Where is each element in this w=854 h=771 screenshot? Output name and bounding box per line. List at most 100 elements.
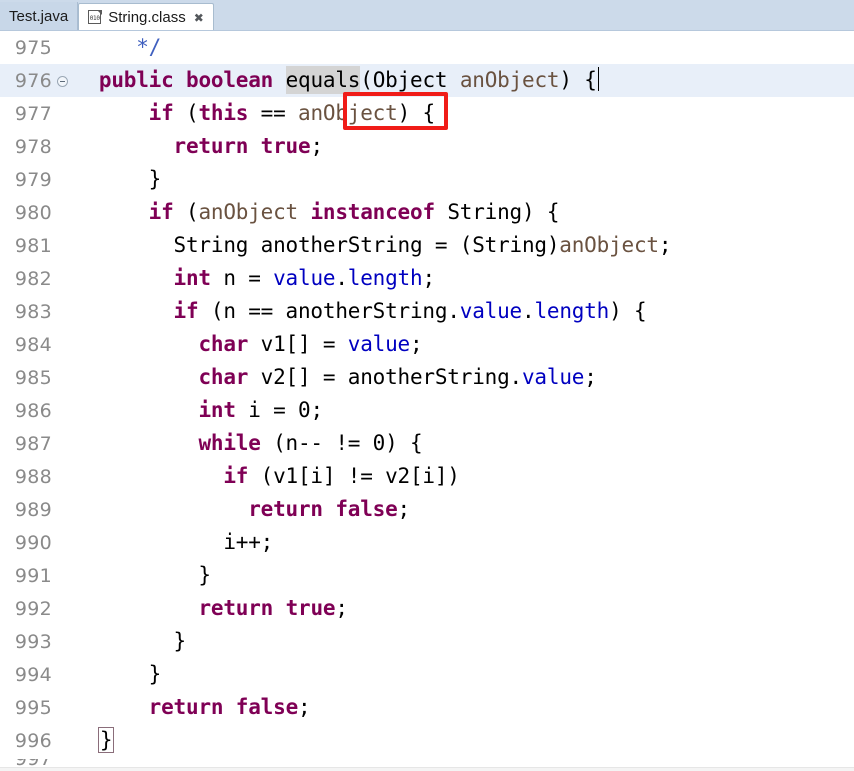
- code-token: ;: [335, 596, 348, 620]
- code-line[interactable]: 992 return true;: [0, 592, 854, 625]
- code-token: = (String): [422, 233, 560, 257]
- tab-test-java[interactable]: Test.java: [0, 2, 79, 30]
- code-line[interactable]: 988 if (v1[i] != v2[i]): [0, 460, 854, 493]
- code-line[interactable]: 993 }: [0, 625, 854, 658]
- code-line[interactable]: 983 if (n == anotherString.value.length)…: [0, 295, 854, 328]
- code-line[interactable]: 976 public boolean equals(Object anObjec…: [0, 64, 854, 97]
- line-number: 986: [14, 399, 52, 422]
- code-text: int i = 0;: [74, 394, 854, 427]
- code-line[interactable]: 977 if (this == anObject) {: [0, 97, 854, 130]
- code-line[interactable]: 986 int i = 0;: [0, 394, 854, 427]
- fold-column: [56, 427, 74, 460]
- code-line[interactable]: 978 return true;: [0, 130, 854, 163]
- line-number: 997: [14, 759, 52, 770]
- code-token: int: [173, 266, 212, 290]
- code-token: false: [335, 497, 398, 521]
- line-number: 995: [14, 696, 52, 719]
- class-file-icon: 010: [88, 10, 103, 25]
- code-line[interactable]: 980 if (anObject instanceof String) {: [0, 196, 854, 229]
- code-text: }: [74, 163, 854, 196]
- line-number: 989: [14, 498, 52, 521]
- code-line[interactable]: 987 while (n-- != 0) {: [0, 427, 854, 460]
- fold-column: [56, 196, 74, 229]
- code-token: .: [509, 365, 523, 389]
- code-editor[interactable]: 975 */976 public boolean equals(Object a…: [0, 31, 854, 771]
- code-token: ;: [397, 497, 411, 521]
- code-token: if: [148, 200, 174, 224]
- line-number: 979: [14, 168, 52, 191]
- code-token: ;: [422, 266, 435, 290]
- code-text: while (n-- != 0) {: [74, 427, 854, 460]
- code-text: i++;: [74, 526, 854, 559]
- fold-column: [56, 262, 74, 295]
- code-token: return: [248, 497, 323, 521]
- code-token: value: [521, 365, 585, 389]
- line-number: 977: [14, 102, 52, 125]
- code-text: }: [74, 724, 854, 757]
- line-number: 985: [14, 366, 52, 389]
- code-text: return true;: [74, 130, 854, 163]
- code-token: (: [173, 101, 199, 125]
- code-line[interactable]: 981 String anotherString = (String)anObj…: [0, 229, 854, 262]
- code-line[interactable]: 984 char v1[] = value;: [0, 328, 854, 361]
- code-line[interactable]: 982 int n = value.length;: [0, 262, 854, 295]
- fold-column: [56, 658, 74, 691]
- code-line[interactable]: 991 }: [0, 559, 854, 592]
- code-token: (n ==: [198, 299, 286, 323]
- code-token: ) {: [559, 68, 597, 92]
- code-token: public: [98, 68, 174, 92]
- code-token: anotherString: [260, 233, 423, 257]
- fold-column: [56, 97, 74, 130]
- code-line[interactable]: 985 char v2[] = anotherString.value;: [0, 361, 854, 394]
- line-number: 994: [14, 663, 52, 686]
- code-token: }: [74, 662, 162, 686]
- code-token: }: [74, 629, 187, 653]
- code-text: */: [74, 31, 854, 64]
- code-token: anotherString: [347, 365, 510, 389]
- code-text: }: [74, 625, 854, 658]
- line-number: 993: [14, 630, 52, 653]
- code-token: }: [74, 563, 211, 587]
- code-text: }: [74, 559, 854, 592]
- fold-collapse-icon[interactable]: [57, 76, 68, 87]
- code-line[interactable]: 995 return false;: [0, 691, 854, 724]
- code-token: value: [459, 299, 522, 323]
- code-line[interactable]: 996 }: [0, 724, 854, 757]
- tab-string-class[interactable]: 010 String.class ✖: [78, 3, 214, 30]
- text-caret: [597, 67, 599, 91]
- fold-column: [56, 295, 74, 328]
- code-token: if: [148, 101, 174, 125]
- fold-column: [56, 625, 74, 658]
- code-line[interactable]: 990 i++;: [0, 526, 854, 559]
- tab-label: String.class: [108, 9, 186, 26]
- line-number: 981: [14, 234, 52, 257]
- code-token: v2[] =: [248, 365, 348, 389]
- code-token: boolean: [186, 68, 274, 92]
- code-line[interactable]: 994 }: [0, 658, 854, 691]
- code-token: true: [285, 596, 336, 620]
- line-number: 988: [14, 465, 52, 488]
- code-token: (: [173, 200, 199, 224]
- fold-column: [56, 691, 74, 724]
- code-line[interactable]: 979 }: [0, 163, 854, 196]
- code-token: ) {: [609, 299, 647, 323]
- code-line[interactable]: 989 return false;: [0, 493, 854, 526]
- code-token: value: [273, 266, 336, 290]
- close-icon[interactable]: ✖: [194, 12, 204, 24]
- code-token: false: [235, 695, 299, 719]
- code-token: ==: [248, 101, 299, 125]
- code-token: anotherString: [285, 299, 448, 323]
- code-token: i = 0;: [235, 398, 323, 422]
- code-line[interactable]: 975 */: [0, 31, 854, 64]
- line-number: 980: [14, 201, 52, 224]
